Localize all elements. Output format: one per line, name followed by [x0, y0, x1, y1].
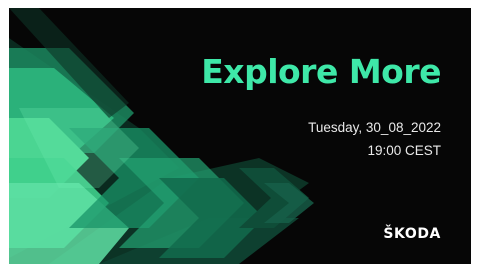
event-date: Tuesday, 30_08_2022 — [308, 120, 441, 135]
event-banner: Explore More Tuesday, 30_08_2022 19:00 C… — [9, 8, 471, 264]
event-time: 19:00 CEST — [367, 143, 441, 158]
skoda-logo: ŠKODA — [383, 226, 441, 242]
headline: Explore More — [201, 52, 441, 91]
